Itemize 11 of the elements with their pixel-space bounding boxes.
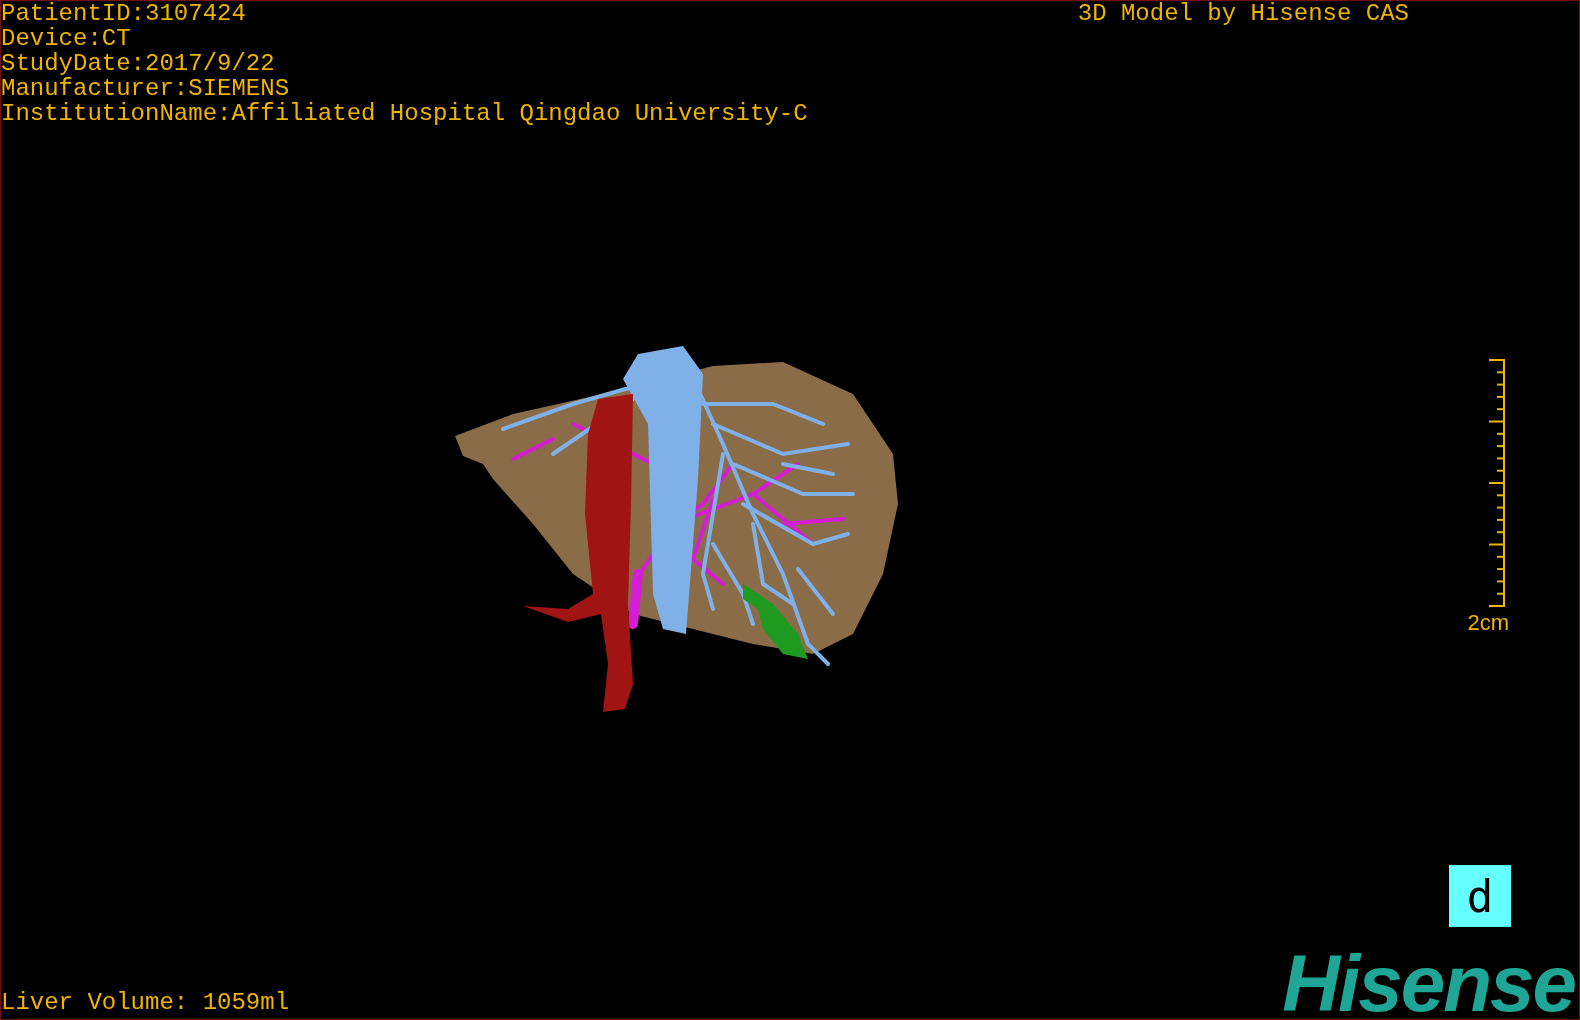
- patient-info-line: Device:CT: [1, 26, 132, 51]
- scale-ruler-icon: [1488, 357, 1507, 608]
- patient-info-line: InstitutionName:Affiliated Hospital Qingdao University-C: [1, 101, 808, 126]
- patient-info-line: Manufacturer:SIEMENS: [1, 76, 291, 101]
- scale-label: 2cm: [1467, 611, 1509, 634]
- viewer-title: 3D Model by Hisense CAS: [1077, 1, 1409, 26]
- patient-info-line: PatientID:3107424: [1, 1, 247, 26]
- orientation-marker: d: [1449, 865, 1511, 927]
- patient-info-line: StudyDate:2017/9/22: [1, 51, 276, 76]
- liver-volume-text: Liver Volume: 1059ml: [1, 990, 290, 1015]
- brand-logo: Hisense: [1282, 949, 1576, 1019]
